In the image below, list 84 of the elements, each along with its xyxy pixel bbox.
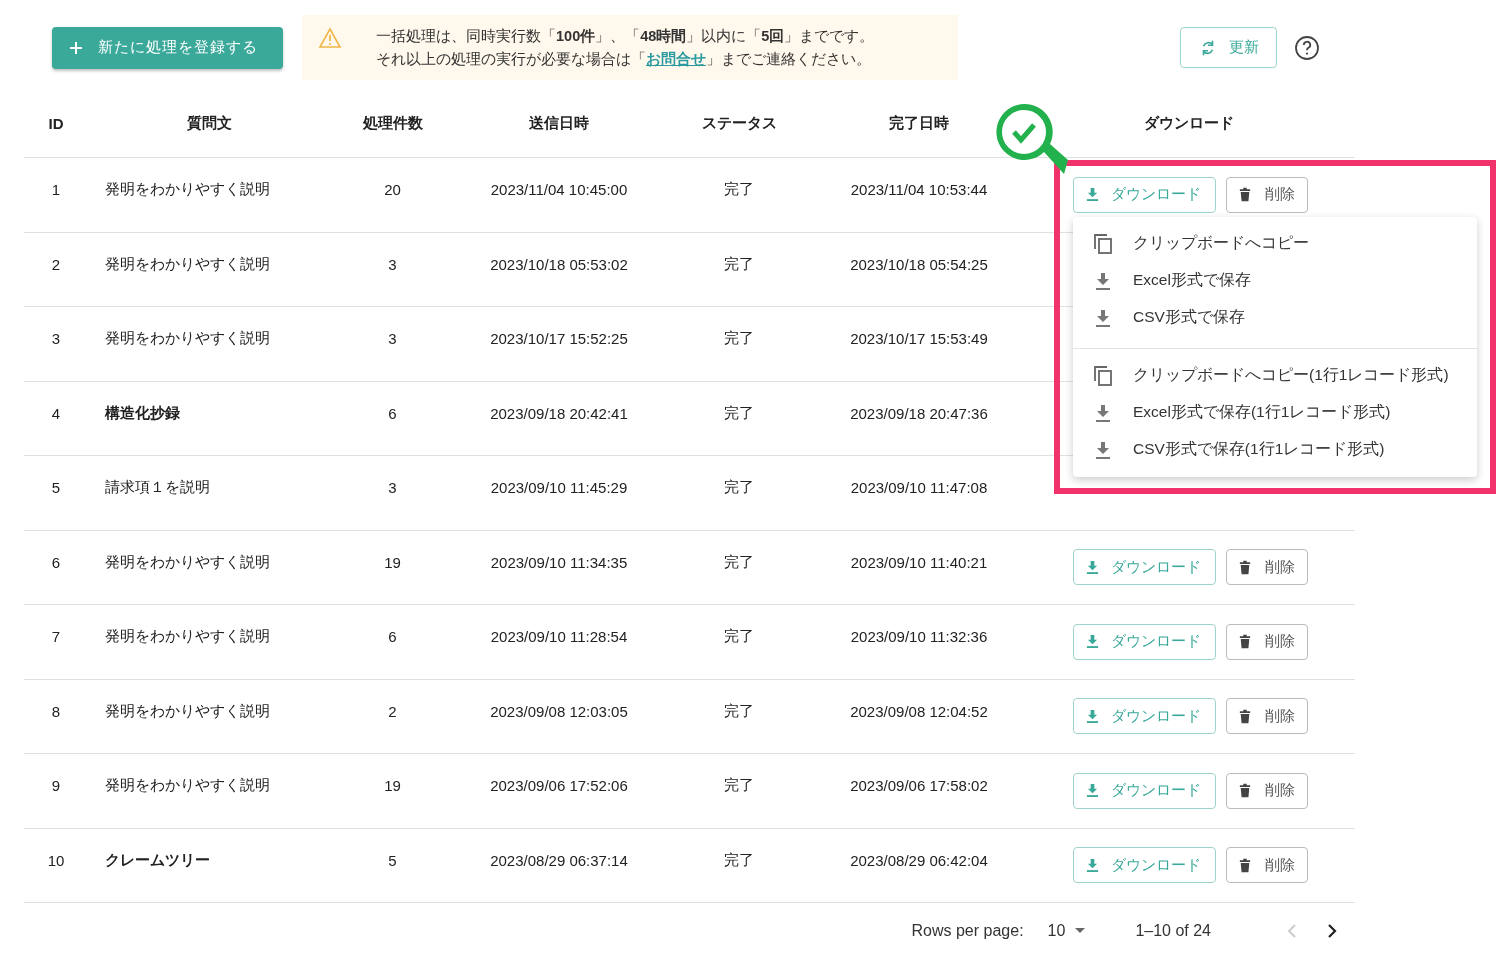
table-cell: 発明をわかりやすく説明 (105, 627, 270, 647)
table-cell: 2 (51, 255, 61, 273)
notice-text: それ以上の処理の実行が必要な場合は「お問合せ」までご連絡ください。 (376, 50, 872, 69)
table-cell: 2 (388, 702, 397, 720)
table-cell: 発明をわかりやすく説明 (105, 180, 270, 200)
column-header: 質問文 (186, 114, 232, 133)
table-cell: 発明をわかりやすく説明 (105, 701, 270, 721)
table-cell: 19 (384, 777, 401, 795)
table-cell: 2023/10/17 15:52:25 (490, 330, 628, 348)
table-cell: 完了 (724, 850, 754, 870)
delete-button[interactable]: 削除 (1226, 847, 1308, 884)
column-header: ダウンロード (1144, 114, 1234, 133)
table-cell: 2023/09/10 11:32:36 (850, 628, 988, 646)
table-cell: 発明をわかりやすく説明 (105, 254, 270, 274)
table-cell: 2023/08/29 06:42:04 (850, 851, 988, 869)
column-header: ステータス (701, 114, 777, 133)
table-cell: 完了 (724, 627, 754, 647)
table-cell: 6 (51, 553, 61, 571)
column-header: 送信日時 (529, 114, 589, 133)
menu-item[interactable]: クリップボードへコピー (1073, 225, 1477, 262)
table-cell: 2023/11/04 10:53:44 (850, 181, 988, 199)
page-range: 1–10 of 24 (1135, 922, 1211, 940)
table-cell: 2023/09/18 20:42:41 (490, 404, 628, 422)
table-cell: 完了 (724, 478, 754, 498)
table-cell: 完了 (724, 180, 754, 200)
table-cell: 発明をわかりやすく説明 (105, 329, 270, 349)
delete-button[interactable]: 削除 (1226, 176, 1308, 213)
table-cell: 2023/10/17 15:53:49 (850, 330, 988, 348)
table-cell: 完了 (724, 552, 754, 572)
menu-item[interactable]: クリップボードへコピー(1行1レコード形式) (1073, 357, 1477, 394)
table-cell: 構造化抄録 (105, 403, 180, 423)
table-cell: 3 (388, 330, 397, 348)
table-cell: 3 (388, 255, 397, 273)
column-header: 完了日時 (889, 114, 949, 133)
table-cell: 請求項１を説明 (105, 478, 210, 498)
table-cell: 5 (51, 479, 61, 497)
table-cell: 6 (388, 628, 397, 646)
delete-button[interactable]: 削除 (1226, 698, 1308, 735)
table-cell: 2023/10/18 05:53:02 (490, 255, 628, 273)
table-cell: 20 (384, 181, 401, 199)
table-cell: 完了 (724, 403, 754, 423)
table-cell: 完了 (724, 776, 754, 796)
column-header: 処理件数 (362, 114, 423, 133)
table-cell: 2023/09/06 17:58:02 (850, 777, 988, 795)
delete-button[interactable]: 削除 (1226, 549, 1308, 586)
table-cell: 3 (51, 330, 61, 348)
menu-item[interactable]: Excel形式で保存 (1073, 262, 1477, 299)
table-cell: 9 (51, 777, 61, 795)
table-cell: 4 (51, 404, 61, 422)
menu-item[interactable]: CSV形式で保存 (1073, 299, 1477, 336)
table-cell: 完了 (724, 329, 754, 349)
table-cell: 2023/09/10 11:40:21 (850, 553, 988, 571)
column-header: ID (48, 115, 64, 132)
table-cell: 2023/11/04 10:45:00 (490, 181, 628, 199)
table-cell: 発明をわかりやすく説明 (105, 776, 270, 796)
rows-per-page-label: Rows per page: (911, 922, 1024, 940)
table-cell: 8 (51, 702, 61, 720)
notice-text: 一括処理は、同時実行数「100件」、「48時間」以内に「5回」までです。 (376, 27, 875, 46)
table-cell: 2023/09/08 12:04:52 (850, 702, 988, 720)
table-cell: 2023/10/18 05:54:25 (850, 255, 988, 273)
table-cell: 10 (47, 851, 65, 869)
table-cell: 2023/08/29 06:37:14 (490, 851, 628, 869)
delete-button[interactable]: 削除 (1226, 623, 1308, 660)
table-cell: 2023/09/08 12:03:05 (490, 702, 628, 720)
table-cell: 2023/09/10 11:34:35 (490, 553, 628, 571)
menu-item[interactable]: Excel形式で保存(1行1レコード形式) (1073, 394, 1477, 431)
rows-per-page-select[interactable]: 10 (1041, 921, 1092, 941)
table-cell: 2023/09/10 11:47:08 (850, 479, 988, 497)
table-cell: クレームツリー (105, 850, 210, 870)
table-cell: 完了 (724, 254, 754, 274)
table-cell: 5 (388, 851, 397, 869)
table-cell: 2023/09/06 17:52:06 (490, 777, 628, 795)
table-cell: 2023/09/18 20:47:36 (850, 404, 988, 422)
menu-item[interactable]: CSV形式で保存(1行1レコード形式) (1073, 431, 1477, 468)
table-cell: 1 (51, 181, 61, 199)
table-cell: 2023/09/10 11:45:29 (490, 479, 628, 497)
table-cell: 19 (384, 553, 401, 571)
table-cell: 完了 (724, 701, 754, 721)
table-cell: 6 (388, 404, 397, 422)
table-cell: 2023/09/10 11:28:54 (490, 628, 628, 646)
table-cell: 7 (51, 628, 61, 646)
table-cell: 3 (388, 479, 397, 497)
table-cell: 発明をわかりやすく説明 (105, 552, 270, 572)
delete-button[interactable]: 削除 (1226, 772, 1308, 809)
